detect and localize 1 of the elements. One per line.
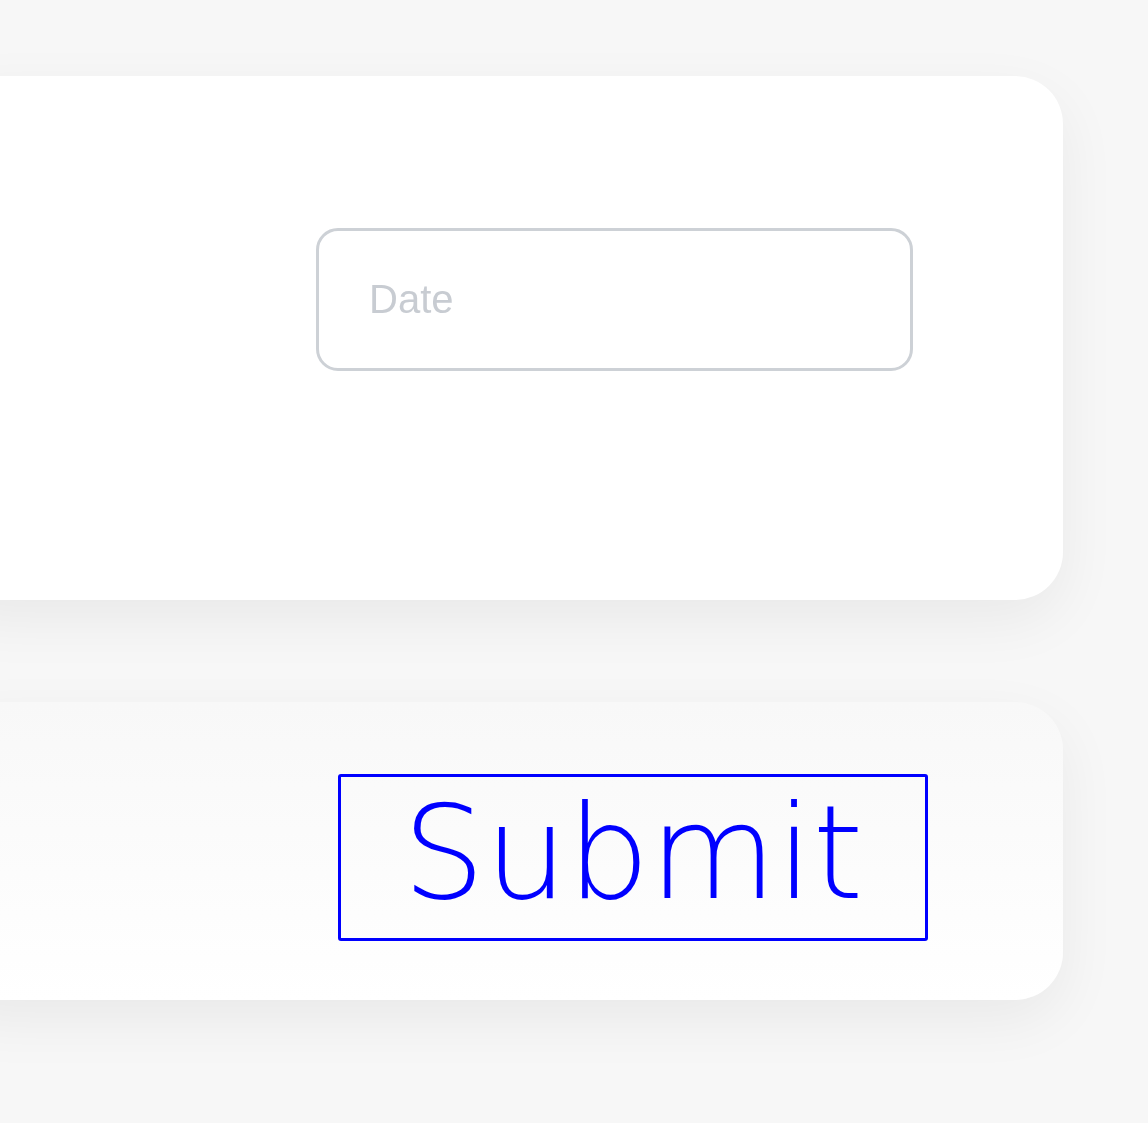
submit-button[interactable]: Submit xyxy=(338,774,928,941)
